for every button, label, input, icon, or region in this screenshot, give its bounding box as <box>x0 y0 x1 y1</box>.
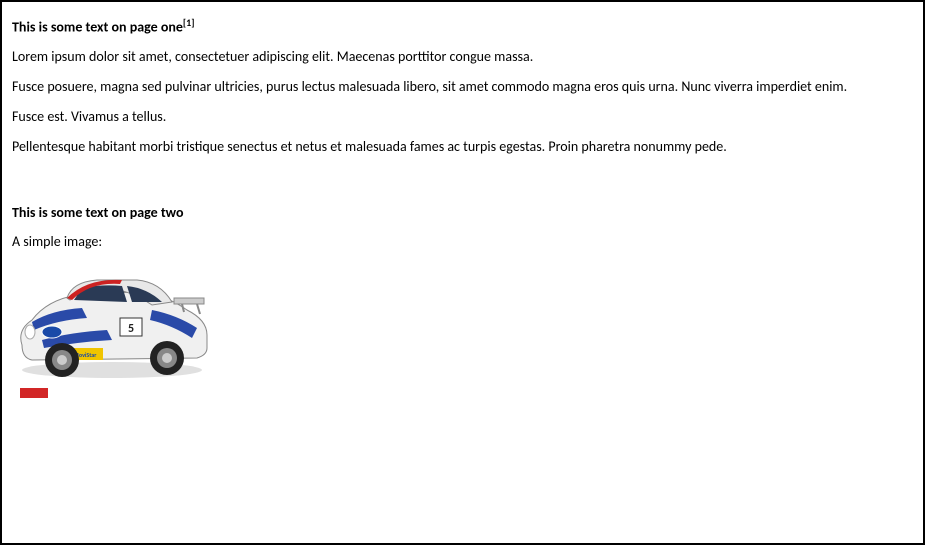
red-bar <box>20 388 48 398</box>
rally-car-icon: 5 MoviStar <box>12 270 212 380</box>
paragraph: Fusce est. Vivamus a tellus. <box>12 108 913 126</box>
footnote-ref: [1] <box>183 16 195 29</box>
page-two-heading: This is some text on page two <box>12 204 913 221</box>
image-caption: A simple image: <box>12 233 913 251</box>
paragraph: Fusce posuere, magna sed pulvinar ultric… <box>12 78 913 96</box>
page-one-heading: This is some text on page one[1] <box>12 16 913 36</box>
page-one-section: This is some text on page one[1] Lorem i… <box>12 16 913 156</box>
page-two-section: This is some text on page two A simple i… <box>12 204 913 397</box>
paragraph: Lorem ipsum dolor sit amet, consectetuer… <box>12 48 913 66</box>
heading-text: This is some text on page one <box>12 19 183 36</box>
paragraph: Pellentesque habitant morbi tristique se… <box>12 138 913 156</box>
svg-text:5: 5 <box>128 322 134 336</box>
rally-car-image: 5 MoviStar <box>12 270 212 398</box>
